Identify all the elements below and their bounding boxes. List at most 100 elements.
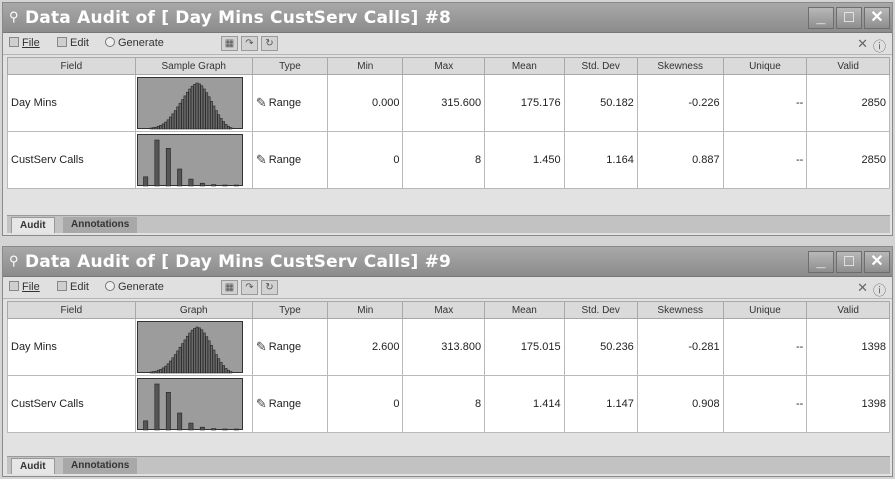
toolbar-button-1[interactable]: ▦ [221, 36, 238, 51]
col-type[interactable]: Type [251, 301, 329, 319]
graph-cell[interactable] [134, 375, 253, 433]
histogram-bar [190, 85, 194, 130]
close-panel-icon[interactable]: ✕ [857, 280, 868, 296]
menu-edit[interactable]: Edit [57, 281, 89, 293]
histogram-bar [149, 127, 153, 130]
histogram-bar [202, 88, 206, 130]
histogram-bar [216, 358, 220, 374]
histogram-bar [199, 426, 205, 431]
tab-annotations[interactable]: Annotations [63, 458, 138, 474]
file-icon [9, 281, 19, 291]
audit-window-9: ⚲ Data Audit of [ Day Mins CustServ Call… [2, 246, 893, 477]
tab-annotations[interactable]: Annotations [63, 217, 138, 233]
graph-cell[interactable] [134, 131, 253, 189]
min-cell: 0 [327, 375, 404, 433]
custserv-histogram[interactable] [136, 134, 243, 187]
toolbar-button-2[interactable]: ↷ [241, 280, 258, 295]
toolbar-button-3[interactable]: ↻ [261, 280, 278, 295]
toolbar-button-1[interactable]: ▦ [221, 280, 238, 295]
col-std[interactable]: Std. Dev [563, 301, 638, 319]
histogram-bar [183, 339, 187, 374]
histogram-bar [214, 110, 218, 130]
title-bar[interactable]: ⚲ Data Audit of [ Day Mins CustServ Call… [3, 3, 892, 33]
histogram-bar [176, 412, 182, 431]
minimize-button[interactable]: _ [808, 7, 834, 29]
table-row[interactable]: Day Mins ✎ Range 2.600 313.800 175.015 50… [7, 318, 890, 376]
max-cell: 315.600 [402, 74, 486, 132]
day-mins-histogram[interactable] [136, 77, 243, 130]
col-min[interactable]: Min [327, 301, 404, 319]
col-field[interactable]: Field [7, 57, 136, 75]
custserv-histogram[interactable] [136, 378, 243, 431]
col-skew[interactable]: Skewness [636, 301, 724, 319]
histogram-bar [197, 83, 201, 130]
title-bar[interactable]: ⚲ Data Audit of [ Day Mins CustServ Call… [3, 247, 892, 277]
table-row[interactable]: CustServ Calls ✎ Range 0 8 1.450 1.164 0.… [7, 131, 890, 189]
close-button[interactable]: ✕ [864, 251, 890, 273]
histogram-bar [233, 184, 239, 187]
table-row[interactable]: Day Mins ✎ Range 0.000 315.600 175.176 50… [7, 74, 890, 132]
menu-generate-label: Generate [118, 281, 164, 293]
day-mins-histogram[interactable] [136, 321, 243, 374]
menu-edit[interactable]: Edit [57, 37, 89, 49]
col-std[interactable]: Std. Dev [563, 57, 638, 75]
tab-audit[interactable]: Audit [11, 217, 55, 233]
skew-cell: -0.226 [636, 74, 724, 132]
col-max[interactable]: Max [402, 301, 486, 319]
histogram-bar [161, 367, 165, 374]
type-label: Range [268, 97, 302, 109]
graph-cell[interactable] [134, 318, 253, 376]
toolbar-button-2[interactable]: ↷ [241, 36, 258, 51]
type-cell: ✎ Range [251, 318, 329, 376]
close-button[interactable]: ✕ [864, 7, 890, 29]
col-skew[interactable]: Skewness [636, 57, 724, 75]
col-unique[interactable]: Unique [722, 57, 808, 75]
maximize-button[interactable]: □ [836, 251, 862, 273]
histogram-bar [165, 392, 171, 431]
col-valid[interactable]: Valid [806, 301, 890, 319]
col-min[interactable]: Min [327, 57, 404, 75]
minimize-button[interactable]: _ [808, 251, 834, 273]
histogram-bar [221, 365, 225, 374]
col-max[interactable]: Max [402, 57, 486, 75]
graph-cell[interactable] [134, 74, 253, 132]
histogram-bar [221, 121, 225, 130]
menu-file[interactable]: File [9, 37, 40, 49]
valid-cell: 1398 [806, 318, 890, 376]
help-icon[interactable]: ⓘ [873, 280, 886, 299]
mean-cell: 1.414 [484, 375, 565, 433]
menu-file[interactable]: File [9, 281, 40, 293]
menu-generate[interactable]: Generate [105, 37, 164, 49]
max-cell: 313.800 [402, 318, 486, 376]
histogram-bar [195, 326, 199, 374]
histogram-bar [175, 350, 179, 374]
tab-bar: Audit Annotations [7, 215, 890, 233]
help-icon[interactable]: ⓘ [873, 36, 886, 55]
table-row[interactable]: CustServ Calls ✎ Range 0 8 1.414 1.147 0.… [7, 375, 890, 433]
histogram-bar [222, 184, 228, 187]
histogram-bar [209, 101, 213, 130]
col-graph[interactable]: Sample Graph [134, 57, 253, 75]
col-mean[interactable]: Mean [484, 57, 565, 75]
col-mean[interactable]: Mean [484, 301, 565, 319]
magnifier-icon: ⚲ [9, 9, 19, 24]
col-graph[interactable]: Graph [134, 301, 253, 319]
std-cell: 50.182 [563, 74, 638, 132]
col-valid[interactable]: Valid [806, 57, 890, 75]
col-field[interactable]: Field [7, 301, 136, 319]
field-cell: Day Mins [7, 74, 136, 132]
menu-generate[interactable]: Generate [105, 281, 164, 293]
histogram-bar [192, 84, 196, 130]
close-panel-icon[interactable]: ✕ [857, 36, 868, 52]
maximize-button[interactable]: □ [836, 7, 862, 29]
col-unique[interactable]: Unique [722, 301, 808, 319]
toolbar-button-3[interactable]: ↻ [261, 36, 278, 51]
menu-edit-label: Edit [70, 37, 89, 49]
edit-icon [57, 281, 67, 291]
col-type[interactable]: Type [251, 57, 329, 75]
histogram-bar [197, 327, 201, 374]
tab-audit[interactable]: Audit [11, 458, 55, 474]
file-icon [9, 37, 19, 47]
histogram-bar [165, 148, 171, 187]
histogram-bar [204, 336, 208, 374]
